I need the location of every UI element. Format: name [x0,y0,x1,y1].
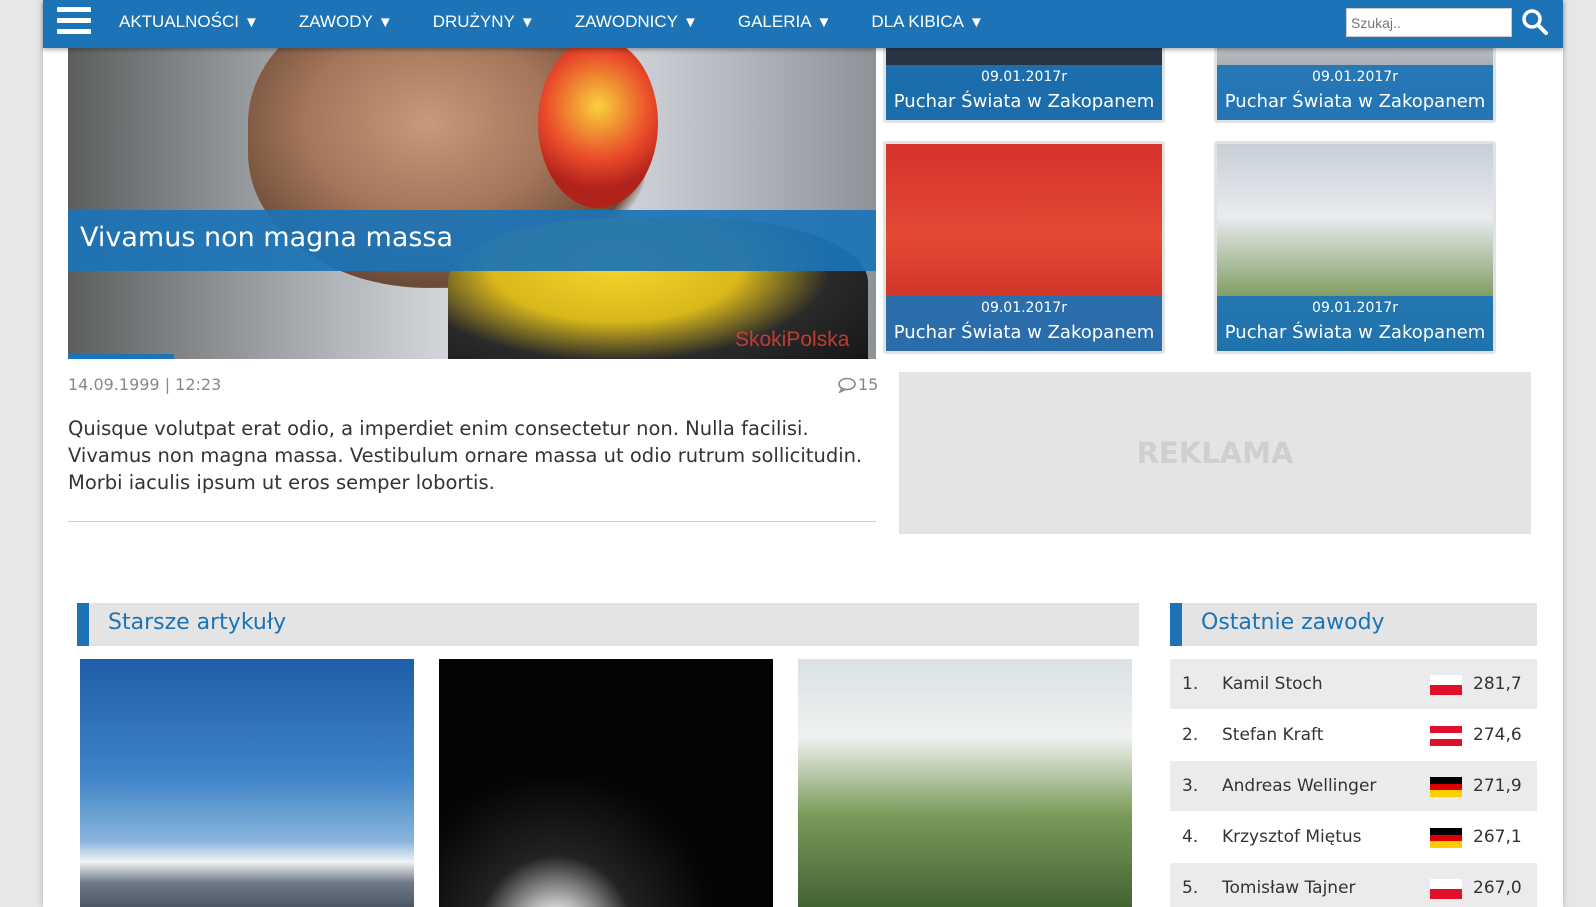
result-score: 271,9 [1473,776,1522,796]
top-navbar: AKTUALNOŚCI ▼ ZAWODY ▼ DRUŻYNY ▼ ZAWODNICY ▼… [43,0,1563,48]
news-thumb[interactable]: 09.01.2017r Puchar Świata w Zakopanem [883,141,1165,354]
result-position: 5. [1182,878,1199,898]
result-row[interactable]: 1. Kamil Stoch 281,7 [1170,659,1537,710]
flag-de-icon [1430,777,1462,797]
slider-progress [68,354,174,359]
result-score: 281,7 [1473,674,1522,694]
result-name: Andreas Wellinger [1222,776,1377,796]
result-score: 274,6 [1473,725,1522,745]
flag-pl-icon [1430,675,1462,695]
thumb-title: Puchar Świata w Zakopanem [893,322,1155,343]
result-score: 267,0 [1473,878,1522,898]
result-name: Tomisław Tajner [1222,878,1356,898]
article-image[interactable] [80,659,414,907]
result-name: Krzysztof Miętus [1222,827,1362,847]
menu-item-druzyny[interactable]: DRUŻYNY ▼ [433,0,535,48]
hero-title[interactable]: Vivamus non magna massa [80,222,453,253]
result-row[interactable]: 5. Tomisław Tajner 267,0 [1170,863,1537,907]
result-row[interactable]: 2. Stefan Kraft 274,6 [1170,710,1537,761]
comments-icon [838,377,856,394]
menu-item-zawody[interactable]: ZAWODY ▼ [299,0,393,48]
results-list: 1. Kamil Stoch 281,7 2. Stefan Kraft 274… [1170,659,1537,907]
divider [68,521,876,522]
result-row[interactable]: 4. Krzysztof Miętus 267,1 [1170,812,1537,863]
result-position: 3. [1182,776,1199,796]
section-heading-recent: Ostatnie zawody [1170,603,1537,646]
caret-down-icon: ▼ [969,14,984,31]
article-date: 14.09.1999 | 12:23 [68,375,222,394]
caret-down-icon: ▼ [519,14,535,31]
thumb-title: Puchar Świata w Zakopanem [1224,322,1486,343]
thumb-date: 09.01.2017r [981,300,1067,316]
thumb-title: Puchar Świata w Zakopanem [893,91,1155,112]
main-menu: AKTUALNOŚCI ▼ ZAWODY ▼ DRUŻYNY ▼ ZAWODNICY ▼… [107,0,1024,48]
caret-down-icon: ▼ [377,14,393,31]
flag-at-icon [1430,726,1462,746]
thumb-date: 09.01.2017r [1312,300,1398,316]
watermark-logo: SkokiPolska [735,328,850,351]
section-heading-older: Starsze artykuły [77,603,1139,646]
search-input[interactable] [1346,8,1512,37]
ad-placeholder: REKLAMA [899,372,1531,534]
article-image[interactable] [439,659,773,907]
caret-down-icon: ▼ [682,14,698,31]
menu-item-galeria[interactable]: GALERIA ▼ [738,0,832,48]
result-score: 267,1 [1473,827,1522,847]
article-image[interactable] [798,659,1132,907]
caret-down-icon: ▼ [243,14,259,31]
caret-down-icon: ▼ [816,14,832,31]
article-excerpt: Quisque volutpat erat odio, a imperdiet … [68,417,863,494]
result-row[interactable]: 3. Andreas Wellinger 271,9 [1170,761,1537,812]
result-name: Stefan Kraft [1222,725,1324,745]
menu-item-dla-kibica[interactable]: DLA KIBICA ▼ [871,0,983,48]
flag-pl-icon [1430,879,1462,899]
menu-item-aktualnosci[interactable]: AKTUALNOŚCI ▼ [119,0,259,48]
thumb-date: 09.01.2017r [1312,69,1398,85]
result-name: Kamil Stoch [1222,674,1323,694]
thumb-date: 09.01.2017r [981,69,1067,85]
result-position: 4. [1182,827,1199,847]
search-icon[interactable] [1521,8,1551,38]
news-thumb[interactable]: 09.01.2017r Puchar Świata w Zakopanem [1214,141,1496,354]
thumb-title: Puchar Świata w Zakopanem [1224,91,1486,112]
flag-de-icon [1430,828,1462,848]
hamburger-icon[interactable] [57,7,91,39]
comment-count[interactable]: 15 [838,375,878,394]
result-position: 2. [1182,725,1199,745]
hero-image[interactable] [68,48,876,359]
result-position: 1. [1182,674,1199,694]
menu-item-zawodnicy[interactable]: ZAWODNICY ▼ [575,0,698,48]
